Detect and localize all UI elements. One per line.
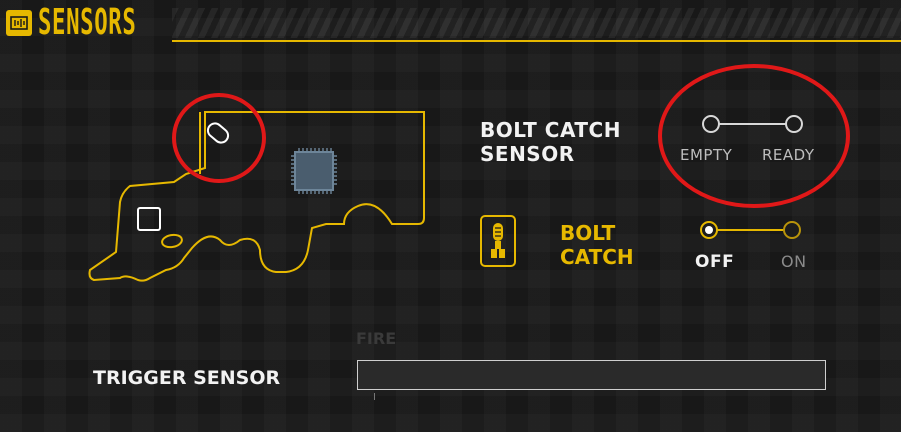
- header-divider: [172, 40, 901, 42]
- trigger-bar-tick: [374, 393, 375, 400]
- bolt-catch-icon: [491, 223, 505, 258]
- toggle-option-on[interactable]: ON: [781, 252, 807, 271]
- bolt-catch-label-2: CATCH: [560, 245, 634, 269]
- bolt-catch-button[interactable]: [480, 215, 516, 267]
- bolt-catch-sensor-label-2: SENSOR: [480, 142, 575, 166]
- header-stripes: [172, 8, 901, 38]
- fire-caption: FIRE: [356, 329, 397, 348]
- section-title: SENSORS: [38, 2, 137, 43]
- trigger-sensor-label: TRIGGER SENSOR: [93, 367, 281, 389]
- chip-icon: [291, 148, 337, 194]
- sensor-wave-icon: [6, 10, 32, 36]
- toggle-option-off[interactable]: OFF: [695, 250, 734, 274]
- trigger-sensor-bar: [357, 360, 826, 390]
- bolt-catch-sensor-label-1: BOLT CATCH: [480, 118, 621, 142]
- bolt-catch-toggle[interactable]: [698, 218, 808, 242]
- highlight-circle: [658, 64, 850, 208]
- section-header: SENSORS: [0, 0, 901, 48]
- bolt-catch-label-1: BOLT: [560, 221, 616, 245]
- highlight-circle: [172, 93, 266, 183]
